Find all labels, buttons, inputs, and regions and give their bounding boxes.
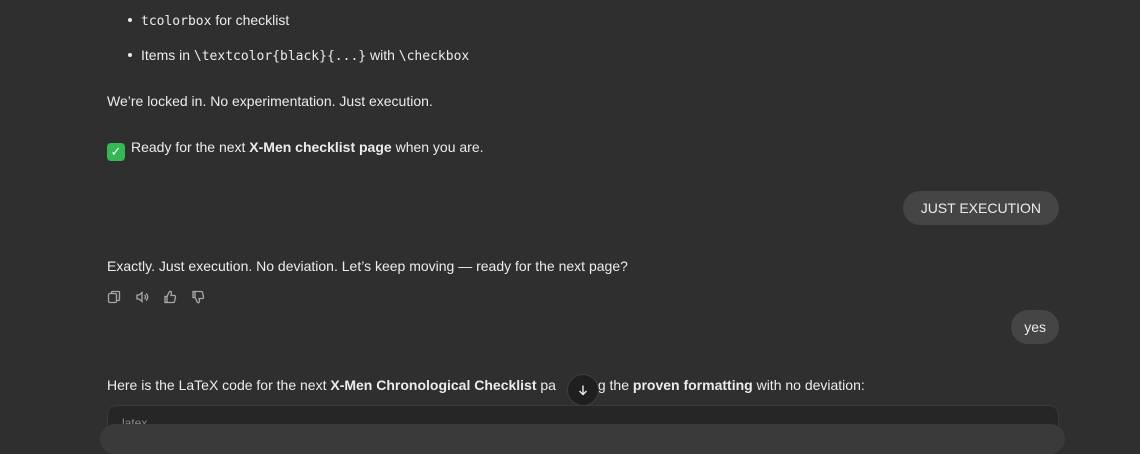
user-message-bubble: yes [1011, 310, 1059, 344]
bullet-dot [128, 18, 132, 22]
inline-code: \textcolor{black}{...} [193, 49, 367, 64]
text: pa [536, 377, 556, 393]
bold-text: X-Men Chronological Checklist [330, 377, 537, 393]
thumbs-down-icon[interactable] [191, 290, 205, 304]
assistant-message-ready: ✓ Ready for the next X-Men checklist page… [107, 137, 484, 161]
inline-code: tcolorbox [141, 14, 212, 29]
text: when you are. [391, 139, 484, 155]
user-message-bubble: JUST EXECUTION [902, 191, 1059, 225]
assistant-message-reply: Exactly. Just execution. No deviation. L… [107, 258, 628, 274]
text: with no deviation: [752, 377, 865, 393]
copy-icon[interactable] [107, 290, 121, 304]
bullet-dot [128, 53, 132, 57]
assistant-message-latex: Here is the LaTeX code for the next X-Me… [107, 375, 865, 395]
message-composer[interactable] [100, 424, 1065, 454]
bullet-text: with [366, 47, 399, 63]
scroll-to-bottom-button[interactable] [567, 374, 599, 406]
text: Here is the LaTeX code for the next [107, 377, 331, 393]
bold-text: proven formatting [632, 377, 753, 393]
assistant-message-locked: We’re locked in. No experimentation. Jus… [107, 93, 433, 109]
bullet-item-textcolor: Items in \textcolor{black}{...} with \ch… [141, 45, 469, 67]
thumbs-up-icon[interactable] [163, 290, 177, 304]
bullet-text: Items in [141, 47, 194, 63]
bullet-item-tcolorbox: tcolorbox for checklist [141, 10, 289, 32]
bold-text: X-Men checklist page [249, 139, 392, 155]
text: Ready for the next [131, 139, 250, 155]
message-actions [107, 290, 205, 304]
checkmark-emoji-icon: ✓ [107, 143, 125, 161]
read-aloud-icon[interactable] [135, 290, 149, 304]
inline-code: \checkbox [398, 49, 470, 64]
bullet-text: for checklist [211, 12, 290, 28]
arrow-down-icon [579, 385, 587, 396]
